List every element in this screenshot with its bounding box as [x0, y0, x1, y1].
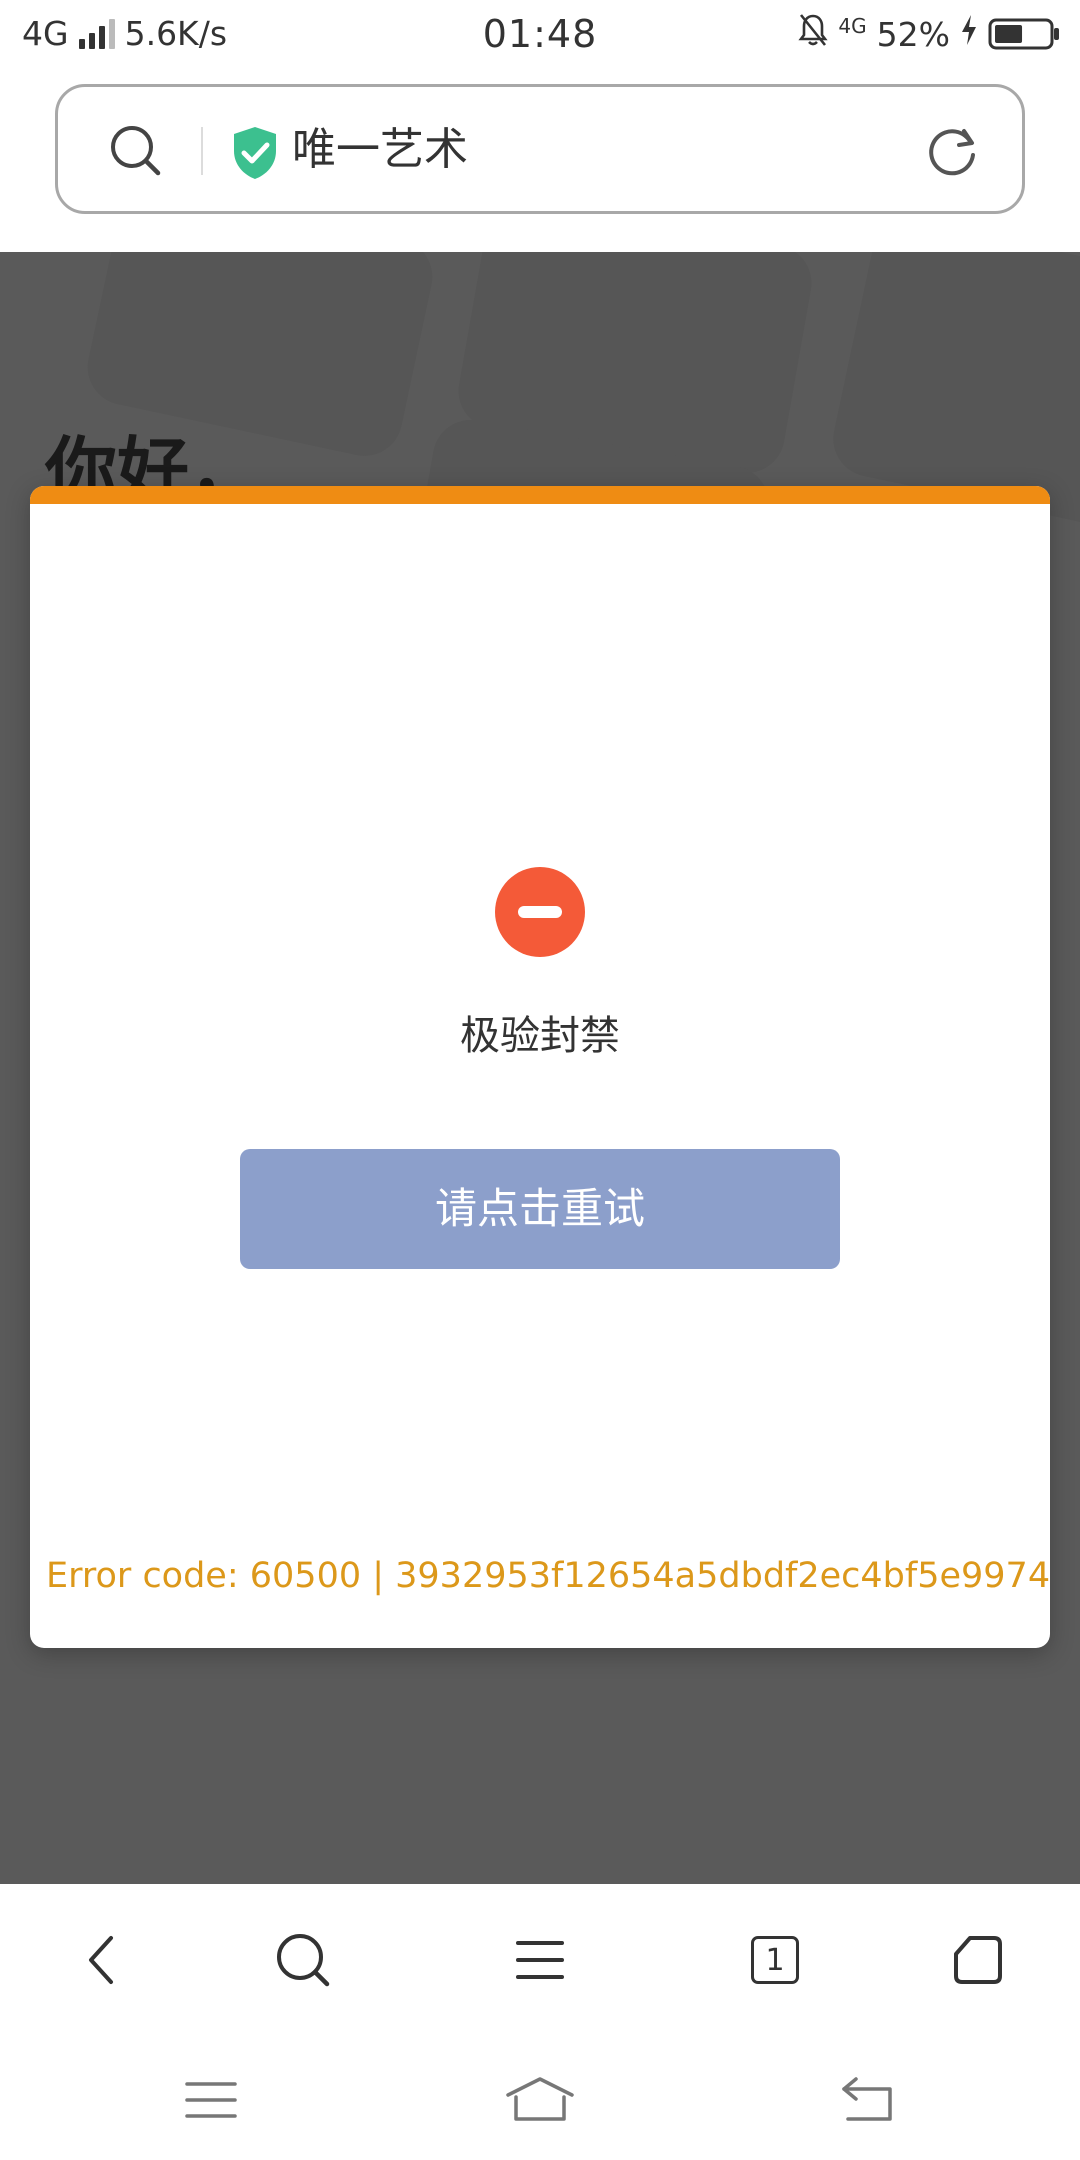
system-back-button[interactable] — [818, 2070, 918, 2130]
system-nav-bar — [0, 2030, 1080, 2160]
return-icon — [842, 2077, 892, 2121]
recent-apps-button[interactable] — [161, 2070, 261, 2130]
home-outline-icon — [506, 2077, 574, 2121]
address-divider — [201, 127, 203, 175]
home-button[interactable] — [938, 1920, 1018, 2000]
browser-toolbar: 1 — [0, 1884, 1080, 2030]
menu-button[interactable] — [500, 1920, 580, 2000]
modal-accent-bar — [30, 486, 1050, 504]
secure-shield-icon — [230, 125, 280, 181]
reload-icon[interactable] — [922, 121, 982, 181]
system-home-button[interactable] — [490, 2070, 590, 2130]
mute-bell-icon — [798, 12, 829, 56]
captcha-modal: 极验封禁 请点击重试 Error code: 60500 | 3932953f1… — [30, 486, 1050, 1648]
home-icon — [954, 1936, 1002, 1984]
site-title[interactable]: 唯一艺术 — [292, 117, 468, 183]
tab-count: 1 — [765, 1942, 785, 1978]
search-button[interactable] — [263, 1920, 343, 2000]
block-status-text: 极验封禁 — [460, 1013, 620, 1059]
block-icon — [494, 866, 586, 958]
battery-percent: 52% — [876, 14, 950, 54]
error-code-text: Error code: 60500 | 3932953f12654a5dbdf2… — [46, 1556, 1050, 1596]
tabs-icon: 1 — [751, 1936, 799, 1984]
status-right: 4G 52% — [798, 12, 1062, 56]
recent-apps-icon — [185, 2082, 237, 2118]
charging-icon — [960, 14, 978, 54]
search-icon[interactable] — [108, 123, 164, 179]
retry-button[interactable]: 请点击重试 — [240, 1149, 840, 1269]
status-bar: 4G 5.6K/s 01:48 4G 52% — [0, 0, 1080, 72]
back-button[interactable] — [61, 1920, 141, 2000]
menu-icon — [516, 1941, 564, 1979]
chevron-left-icon — [89, 1936, 113, 1984]
address-bar[interactable]: 唯一艺术 — [55, 84, 1025, 214]
tabs-button[interactable]: 1 — [735, 1920, 815, 2000]
battery-icon — [988, 18, 1062, 50]
search-icon — [277, 1934, 330, 1987]
secondary-network: 4G — [838, 14, 867, 38]
